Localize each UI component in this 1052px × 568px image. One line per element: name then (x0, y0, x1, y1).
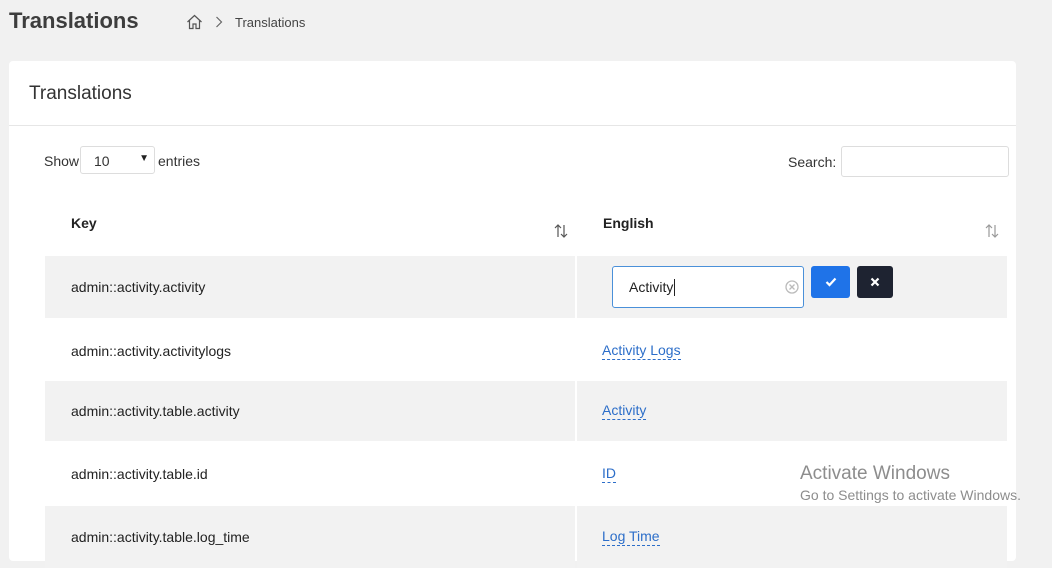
translation-key: admin::activity.table.log_time (71, 529, 250, 545)
search-input[interactable] (841, 146, 1009, 177)
table-row: admin::activity.activitylogs Activity Lo… (45, 320, 1007, 382)
chevron-right-icon (215, 16, 223, 28)
check-icon (825, 277, 836, 287)
translation-edit-input[interactable]: Activity (612, 266, 804, 308)
key-cell: admin::activity.table.log_time (45, 506, 575, 568)
key-cell: admin::activity.activity (45, 256, 575, 318)
english-cell: Activity Logs (577, 320, 1007, 382)
breadcrumb-current: Translations (235, 14, 306, 30)
page-size-value: 10 (94, 153, 110, 169)
translation-key: admin::activity.table.activity (71, 403, 240, 419)
translation-key: admin::activity.activity (71, 279, 206, 295)
edit-input-value: Activity (629, 279, 676, 296)
column-header-english[interactable]: English (603, 215, 654, 231)
column-header-key[interactable]: Key (71, 215, 97, 231)
watermark-title: Activate Windows (800, 463, 950, 484)
search-label: Search: (788, 154, 837, 170)
english-cell: Activity (577, 381, 1007, 441)
translation-key: admin::activity.activitylogs (71, 343, 232, 359)
card-title: Translations (29, 83, 132, 104)
page-title: Translations (9, 8, 139, 33)
show-label: Show (44, 153, 80, 169)
table-row: admin::activity.table.activity Activity (45, 381, 1007, 441)
caret-down-icon: ▼ (139, 153, 149, 164)
divider (9, 125, 1016, 126)
sort-icon[interactable] (984, 223, 1000, 244)
table-row: admin::activity.table.log_time Log Time (45, 506, 1007, 568)
close-icon (870, 277, 880, 287)
sort-icon[interactable] (553, 223, 569, 244)
translation-key: admin::activity.table.id (71, 466, 208, 482)
translation-value-link[interactable]: Log Time (602, 528, 660, 546)
page-size-select[interactable]: 10 ▼ (80, 146, 155, 174)
key-cell: admin::activity.activitylogs (45, 320, 575, 382)
watermark-subtitle: Go to Settings to activate Windows. (800, 487, 1021, 503)
key-cell: admin::activity.table.activity (45, 381, 575, 441)
key-cell: admin::activity.table.id (45, 443, 575, 505)
entries-label: entries (158, 153, 201, 169)
translation-value-link[interactable]: ID (602, 465, 616, 483)
translation-value-link[interactable]: Activity (602, 402, 647, 420)
clear-icon[interactable] (785, 280, 799, 294)
translation-value-link[interactable]: Activity Logs (602, 342, 681, 360)
confirm-edit-button[interactable] (811, 266, 850, 298)
activate-windows-watermark: Activate Windows Go to Settings to activ… (800, 463, 1021, 503)
english-cell: Log Time (577, 506, 1007, 568)
table-row: admin::activity.activity Activity (45, 256, 1007, 318)
home-icon[interactable] (186, 14, 203, 30)
english-cell: Activity (577, 256, 1007, 318)
breadcrumb: Translations (186, 14, 305, 30)
cancel-edit-button[interactable] (857, 266, 893, 298)
